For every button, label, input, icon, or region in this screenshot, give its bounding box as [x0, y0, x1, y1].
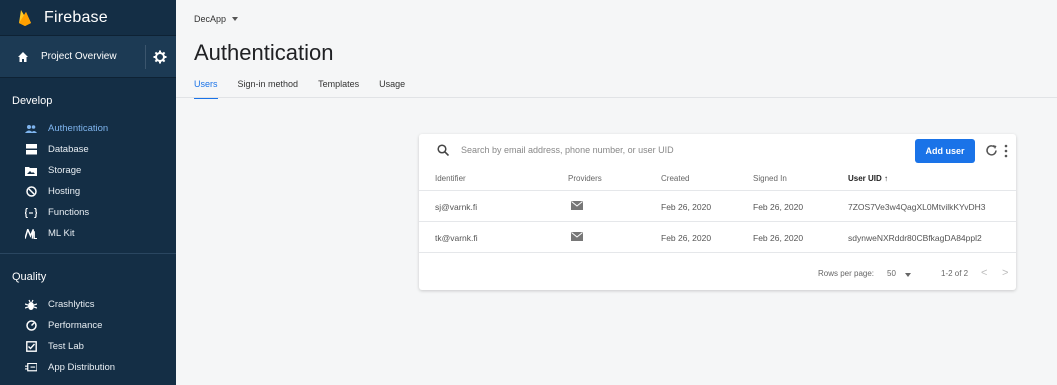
divider: [145, 45, 146, 69]
sidebar-item-authentication[interactable]: Authentication: [0, 118, 176, 139]
chevron-down-icon[interactable]: [905, 273, 911, 277]
arrow-up-icon: ↑: [884, 174, 889, 183]
sidebar-item-label: Test Lab: [48, 341, 84, 352]
rows-per-page-label: Rows per page:: [818, 269, 875, 278]
brand-name: Firebase: [44, 8, 108, 26]
sidebar-item-test-lab[interactable]: Test Lab: [0, 336, 176, 357]
project-overview-label: Project Overview: [41, 51, 117, 62]
column-created[interactable]: Created: [661, 174, 689, 183]
sidebar-item-label: Functions: [48, 207, 90, 218]
refresh-icon[interactable]: [985, 144, 998, 157]
chevron-down-icon: [232, 17, 239, 21]
sidebar-item-label: Performance: [48, 320, 103, 331]
sidebar-item-database[interactable]: Database: [0, 139, 176, 160]
sidebar-item-label: Storage: [48, 165, 82, 176]
table-header: Identifier Providers Created Signed In U…: [419, 169, 1016, 191]
prev-page-button[interactable]: <: [981, 267, 987, 279]
project-name: DecApp: [194, 14, 227, 24]
column-providers: Providers: [568, 174, 602, 183]
performance-icon: [25, 320, 37, 332]
table-footer: Rows per page: 50 1-2 of 2 < >: [419, 261, 1016, 286]
sidebar-item-crashlytics[interactable]: Crashlytics: [0, 294, 176, 315]
sidebar-item-storage[interactable]: Storage: [0, 160, 176, 181]
crashlytics-icon: [25, 299, 37, 311]
project-selector[interactable]: DecApp: [194, 14, 239, 24]
sidebar-item-label: App Distribution: [48, 362, 116, 373]
firebase-flame-icon: [19, 9, 31, 26]
user-identifier: tk@varnk.fi: [435, 233, 478, 243]
sidebar-item-label: Authentication: [48, 123, 109, 134]
app-distribution-icon: [25, 362, 37, 374]
user-uid: sdynweNXRddr80CBfkagDA84ppl2: [848, 233, 982, 243]
tab-users[interactable]: Users: [194, 79, 218, 99]
sidebar-item-performance[interactable]: Performance: [0, 315, 176, 336]
gear-icon[interactable]: [153, 50, 167, 64]
divider: [0, 253, 176, 254]
tab-usage[interactable]: Usage: [379, 79, 405, 99]
table-row[interactable]: sj@varnk.fi Feb 26, 2020 Feb 26, 2020 7Z…: [419, 191, 1016, 222]
more-vert-icon[interactable]: [1003, 144, 1009, 158]
section-develop[interactable]: Develop: [0, 84, 176, 118]
pagination-range: 1-2 of 2: [941, 269, 969, 278]
rows-per-page-select[interactable]: 50: [887, 269, 896, 278]
storage-icon: [25, 165, 37, 177]
database-icon: [25, 144, 37, 156]
divider: [176, 97, 1057, 98]
ml-kit-icon: [25, 228, 37, 240]
hosting-icon: [25, 186, 37, 198]
sidebar-item-label: Database: [48, 144, 89, 155]
user-signed-in: Feb 26, 2020: [753, 233, 804, 243]
sidebar-item-label: Crashlytics: [48, 299, 95, 310]
user-signed-in: Feb 26, 2020: [753, 202, 804, 212]
column-user-uid-label: User UID: [848, 174, 882, 183]
tab-bar: Users Sign-in method Templates Usage: [194, 79, 405, 99]
functions-icon: [25, 207, 37, 219]
table-row[interactable]: tk@varnk.fi Feb 26, 2020 Feb 26, 2020 sd…: [419, 222, 1016, 253]
user-uid: 7ZOS7Ve3w4QagXL0MtvilkKYvDH3: [848, 202, 986, 212]
sidebar-item-ml-kit[interactable]: ML Kit: [0, 223, 176, 244]
tab-templates[interactable]: Templates: [318, 79, 359, 99]
main-content: DecApp Authentication Users Sign-in meth…: [176, 0, 1057, 385]
search-bar: [437, 144, 761, 156]
sidebar-item-functions[interactable]: Functions: [0, 202, 176, 223]
brand[interactable]: Firebase: [0, 0, 176, 36]
sidebar-item-app-distribution[interactable]: App Distribution: [0, 357, 176, 378]
search-input[interactable]: [461, 145, 761, 155]
user-identifier: sj@varnk.fi: [435, 202, 478, 212]
column-user-uid[interactable]: User UID ↑: [848, 174, 888, 183]
sidebar: Firebase Project Overview Develop Authen…: [0, 0, 176, 385]
mail-icon: [571, 232, 583, 241]
users-card: Add user Identifier Providers Created Si…: [419, 134, 1016, 290]
add-user-button[interactable]: Add user: [915, 139, 975, 163]
home-icon: [18, 51, 28, 62]
mail-icon: [571, 201, 583, 210]
test-lab-icon: [25, 341, 37, 353]
column-signed-in[interactable]: Signed In: [753, 174, 787, 183]
user-created: Feb 26, 2020: [661, 233, 712, 243]
sidebar-item-label: ML Kit: [48, 228, 75, 239]
people-icon: [25, 123, 37, 135]
sidebar-item-label: Hosting: [48, 186, 81, 197]
sidebar-item-hosting[interactable]: Hosting: [0, 181, 176, 202]
search-icon: [437, 144, 449, 156]
page-title: Authentication: [194, 40, 334, 65]
user-created: Feb 26, 2020: [661, 202, 712, 212]
next-page-button[interactable]: >: [1002, 267, 1008, 279]
project-overview[interactable]: Project Overview: [0, 36, 176, 78]
tab-sign-in-method[interactable]: Sign-in method: [238, 79, 299, 99]
column-identifier[interactable]: Identifier: [435, 174, 466, 183]
section-quality[interactable]: Quality: [0, 260, 176, 294]
